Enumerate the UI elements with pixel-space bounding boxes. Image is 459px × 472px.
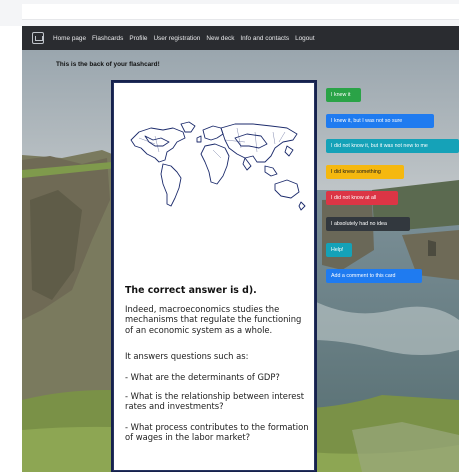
explanation-paragraph: - What is the relationship between inter… — [125, 391, 305, 412]
help-button[interactable]: Help! — [326, 243, 352, 257]
nav-flashcards[interactable]: Flashcards — [92, 35, 123, 42]
browser-top-strip — [0, 0, 459, 26]
explanation-paragraph: It answers questions such as: — [125, 351, 249, 361]
nav-profile[interactable]: Profile — [129, 35, 147, 42]
page-heading: This is the back of your flashcard! — [56, 61, 160, 68]
nav-new-deck[interactable]: New deck — [206, 35, 234, 42]
world-map-icon — [130, 121, 306, 211]
i-knew-it-button[interactable]: I knew it — [326, 88, 361, 102]
brand-logo-icon[interactable] — [32, 32, 44, 44]
top-bar — [22, 4, 459, 20]
explanation-paragraph: Indeed, macroeconomics studies the mecha… — [125, 304, 302, 335]
answer-title: The correct answer is d). — [125, 285, 257, 296]
explanation-paragraph: - What process contributes to the format… — [125, 422, 309, 443]
explanation-paragraph: - What are the determinants of GDP? — [125, 372, 280, 382]
did-not-know-button[interactable]: I did not know at all — [326, 191, 398, 205]
nav-logout[interactable]: Logout — [295, 35, 315, 42]
no-idea-button[interactable]: I absolutely had no idea — [326, 217, 410, 231]
i-knew-it-not-sure-button[interactable]: I knew it, but I was not so sure — [326, 114, 434, 128]
add-comment-button[interactable]: Add a comment to this card — [326, 269, 422, 283]
nav-user-registration[interactable]: User registration — [153, 35, 200, 42]
nav-info-and-contacts[interactable]: Info and contacts — [240, 35, 289, 42]
navbar: Home page Flashcards Profile User regist… — [22, 26, 459, 50]
flashcard-back: The correct answer is d). Indeed, macroe… — [111, 80, 317, 472]
knew-something-button[interactable]: I did knew something — [326, 165, 404, 179]
background-cliffs-image: This is the back of your flashcard! The … — [22, 50, 459, 472]
nav-home-page[interactable]: Home page — [53, 35, 86, 42]
not-new-to-me-button[interactable]: I did not know it, but it was not new to… — [326, 139, 459, 153]
